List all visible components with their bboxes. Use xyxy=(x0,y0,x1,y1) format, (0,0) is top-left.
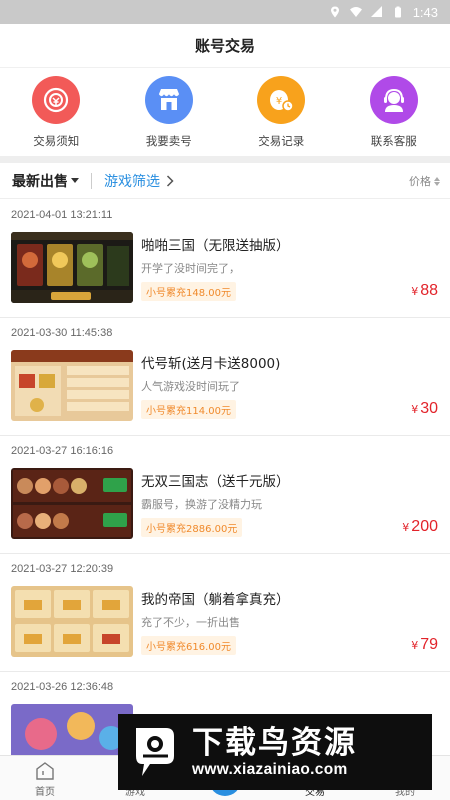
currency-symbol: ¥ xyxy=(411,285,419,298)
recharge-badge: 小号累充114.00元 xyxy=(141,400,236,419)
watermark: 下载鸟资源 www.xiazainiao.com xyxy=(118,714,432,790)
listing-time: 2021-03-27 16:16:16 xyxy=(11,445,114,457)
recharge-badge: 小号累充148.00元 xyxy=(141,282,236,301)
recharge-badge: 小号累充2886.00元 xyxy=(141,518,243,537)
listing-desc: 霸服号，换游了没精力玩 xyxy=(141,498,262,511)
status-bar: 1:43 xyxy=(0,0,450,24)
watermark-name: 下载鸟资源 xyxy=(192,725,357,761)
home-icon xyxy=(36,762,54,780)
listing-title: 啪啪三国（无限送抽版） xyxy=(141,238,290,254)
game-filter-button[interactable]: 游戏筛选 xyxy=(104,171,174,191)
customer-service-icon xyxy=(369,76,418,124)
nav-home[interactable]: 首页 xyxy=(0,756,90,800)
listing-item[interactable]: 2021-03-30 11:45:38 代号斩(送月卡送8000) 人气游戏没时… xyxy=(0,318,450,436)
quick-actions: 交易须知 我要卖号 ¥ 交易记录 联系客服 xyxy=(0,68,450,156)
price-sort-label: 价格 xyxy=(409,175,431,188)
currency-symbol: ¥ xyxy=(411,639,419,652)
nav-label: 首页 xyxy=(35,787,55,798)
listing-time: 2021-04-01 13:21:11 xyxy=(11,209,113,221)
price-amount: 88 xyxy=(420,282,438,299)
svg-text:¥: ¥ xyxy=(276,96,282,107)
listing-title: 无双三国志（送千元版） xyxy=(141,474,290,490)
recharge-badge: 小号累充616.00元 xyxy=(141,636,236,655)
quick-action-trade-record[interactable]: ¥ 交易记录 xyxy=(225,68,338,156)
bird-logo-icon xyxy=(136,728,174,776)
game-filter-label: 游戏筛选 xyxy=(104,173,160,190)
listing-price: ¥ 200 xyxy=(402,518,438,536)
listing-thumbnail xyxy=(11,468,133,539)
battery-icon xyxy=(394,6,401,18)
sort-latest-dropdown[interactable]: 最新出售 xyxy=(12,171,79,191)
quick-action-label: 我要卖号 xyxy=(145,134,192,148)
caret-down-icon xyxy=(71,178,79,183)
listing-thumbnail xyxy=(11,350,133,421)
listing-price: ¥ 88 xyxy=(411,282,438,300)
listing-time: 2021-03-26 12:36:48 xyxy=(11,681,114,693)
price-amount: 30 xyxy=(420,400,438,417)
app-header: 账号交易 xyxy=(0,24,450,68)
listing-desc: 人气游戏没时间玩了 xyxy=(141,380,240,393)
listing-item[interactable]: 2021-03-27 12:20:39 我的帝国（躺着拿真充） 充了不少，一折出… xyxy=(0,554,450,672)
quick-action-sell-account[interactable]: 我要卖号 xyxy=(113,68,226,156)
status-time: 1:43 xyxy=(412,4,438,20)
divider xyxy=(91,172,92,189)
signal-icon xyxy=(370,6,382,17)
price-amount: 200 xyxy=(411,518,438,535)
quick-action-trade-notice[interactable]: 交易须知 xyxy=(0,68,113,156)
sort-latest-label: 最新出售 xyxy=(12,173,68,190)
price-amount: 79 xyxy=(420,636,438,653)
filter-row: 最新出售 游戏筛选 价格 xyxy=(0,163,450,199)
listing-desc: 充了不少，一折出售 xyxy=(141,616,240,629)
currency-symbol: ¥ xyxy=(411,403,419,416)
listing-price: ¥ 79 xyxy=(411,636,438,654)
quick-action-label: 交易须知 xyxy=(33,134,80,148)
listing-price: ¥ 30 xyxy=(411,400,438,418)
section-divider xyxy=(0,156,450,163)
listing-thumbnail xyxy=(11,232,133,303)
coin-record-icon: ¥ xyxy=(257,76,306,124)
shop-icon xyxy=(144,76,193,124)
listing-time: 2021-03-27 12:20:39 xyxy=(11,563,114,575)
quick-action-label: 联系客服 xyxy=(370,134,417,148)
wifi-icon xyxy=(349,7,362,17)
watermark-url: www.xiazainiao.com xyxy=(192,761,348,778)
sort-arrows-icon xyxy=(434,176,440,186)
listing-time: 2021-03-30 11:45:38 xyxy=(11,327,113,339)
listing-item[interactable]: 2021-04-01 13:21:11 啪啪三国（无限送抽版） 开学了没时间完了… xyxy=(0,200,450,318)
listing-title: 我的帝国（躺着拿真充） xyxy=(141,592,290,608)
trade-notice-icon xyxy=(32,76,81,124)
currency-symbol: ¥ xyxy=(402,521,410,534)
chevron-right-icon xyxy=(166,174,174,187)
listing-desc: 开学了没时间完了， xyxy=(141,262,240,275)
price-sort-button[interactable]: 价格 xyxy=(409,163,440,199)
listing-thumbnail xyxy=(11,586,133,657)
quick-action-label: 交易记录 xyxy=(258,134,305,148)
listing-title: 代号斩(送月卡送8000) xyxy=(141,356,281,372)
page-title: 账号交易 xyxy=(194,37,255,55)
listing-item[interactable]: 2021-03-27 16:16:16 无双三国志（送千元版） 霸服号，换游了没… xyxy=(0,436,450,554)
quick-action-customer-service[interactable]: 联系客服 xyxy=(338,68,450,156)
location-icon xyxy=(330,6,339,18)
